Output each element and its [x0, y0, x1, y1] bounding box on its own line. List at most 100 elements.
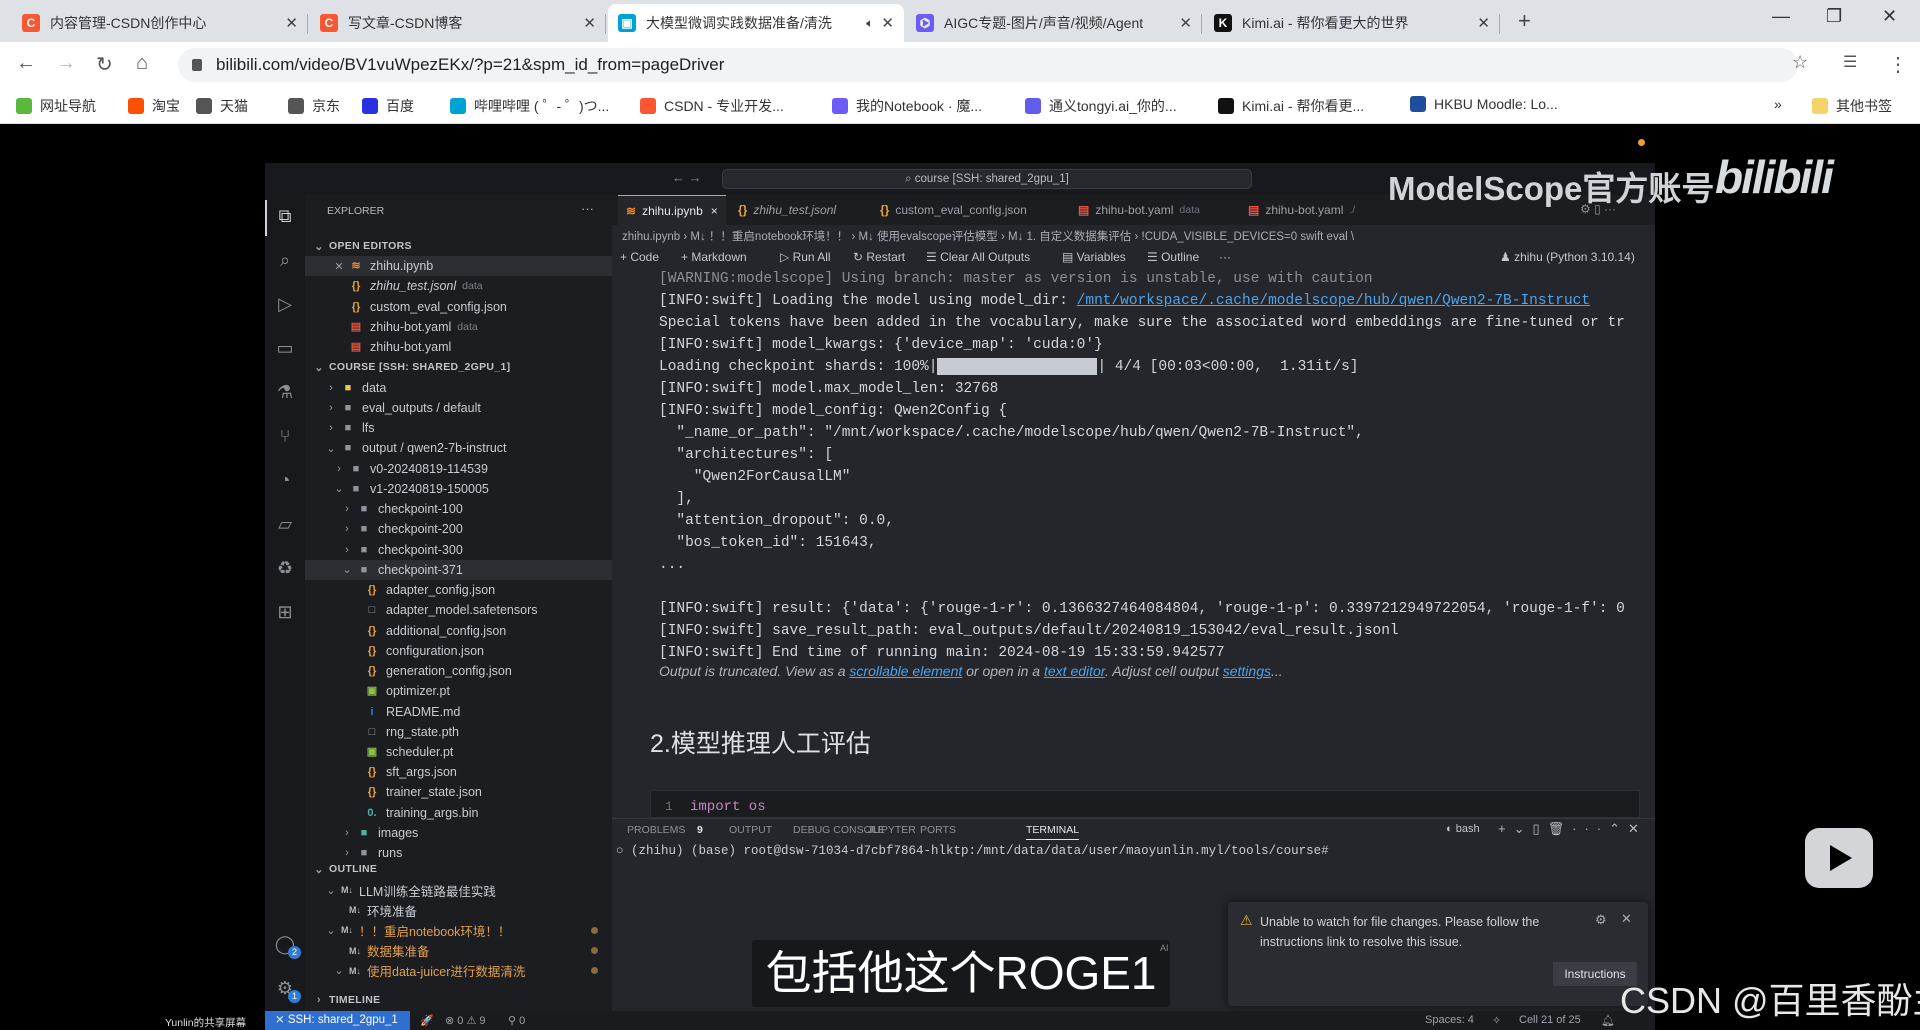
file-item[interactable]: {} additional_config.json — [305, 621, 612, 641]
indentation-status[interactable]: Spaces: 4 — [1425, 1014, 1474, 1026]
settings-link[interactable]: settings — [1223, 663, 1271, 679]
file-item[interactable]: {} custom_eval_config.json — [305, 297, 612, 317]
explorer-more-icon[interactable]: ··· — [581, 201, 594, 216]
new-tab-button[interactable]: + — [1518, 8, 1531, 34]
folder-item[interactable]: › ■ images — [305, 823, 612, 843]
close-window-button[interactable]: ✕ — [1882, 6, 1897, 27]
bookmarks-overflow[interactable]: » — [1774, 96, 1782, 112]
chevron-right-icon[interactable]: › — [325, 422, 337, 434]
bookmark-star-icon[interactable]: ☆ — [1792, 52, 1808, 73]
panel-tab-problems[interactable]: PROBLEMS — [627, 824, 685, 836]
outline-header[interactable]: ⌄ OUTLINE — [305, 859, 612, 879]
bookmark-item[interactable]: CSDN - 专业开发... — [640, 96, 784, 116]
close-tab-icon[interactable]: ✕ — [583, 14, 596, 32]
restore-button[interactable]: ❐ — [1826, 6, 1842, 27]
bookmark-item[interactable]: 哔哩哔哩 ( ゜- ゜)つ... — [450, 96, 609, 116]
search-icon[interactable]: ⌕ — [274, 250, 296, 272]
file-item[interactable]: ✕ ≋ zhihu.ipynb — [305, 256, 612, 277]
file-item[interactable]: ▣ scheduler.pt — [305, 742, 612, 762]
file-item[interactable]: ▤ zhihu-bot.yaml data — [305, 317, 612, 337]
explorer-icon[interactable]: ⧉ — [274, 206, 296, 228]
outline-item[interactable]: M↓ 数据集准备 — [305, 941, 612, 961]
reading-list-icon[interactable]: ☰ — [1843, 52, 1857, 72]
chevron-right-icon[interactable]: › — [333, 463, 345, 475]
folder-item[interactable]: › ■ checkpoint-100 — [305, 499, 612, 519]
forward-icon[interactable]: → — [56, 52, 76, 75]
minimize-button[interactable]: — — [1772, 6, 1790, 27]
source-control-icon[interactable]: ⑂ — [274, 426, 296, 448]
editor-tab[interactable]: {} zhihu_test.jsonl — [730, 195, 844, 225]
bookmark-item[interactable]: 京东 — [288, 96, 340, 116]
folder-item[interactable]: ⌄ ■ output / qwen2-7b-instruct — [305, 438, 612, 458]
chevron-down-icon[interactable]: ⌄ — [325, 924, 337, 937]
close-tab-icon[interactable]: × — [711, 204, 718, 218]
file-item[interactable]: ▣ optimizer.pt — [305, 681, 612, 701]
folder-icon[interactable]: ▱ — [274, 514, 296, 536]
nav-back-forward-icon[interactable]: ← → — [672, 170, 702, 185]
bookmark-item[interactable]: HKBU Moodle: Lo... — [1410, 96, 1558, 112]
add-code-button[interactable]: + Code — [620, 250, 659, 264]
editor-tab[interactable]: {} custom_eval_config.json — [872, 195, 1035, 225]
browser-tab[interactable]: ⌬ AIGC专题-图片/声音/视频/Agent ✕ — [906, 4, 1202, 42]
code-line[interactable]: import os — [690, 799, 766, 815]
chevron-down-icon[interactable]: ⌄ — [333, 482, 345, 495]
editor-tab[interactable]: ▤ zhihu-bot.yaml data — [1070, 195, 1208, 225]
folder-item[interactable]: › ■ checkpoint-200 — [305, 519, 612, 539]
bookmark-item[interactable]: 百度 — [362, 96, 414, 116]
remote-explorer-icon[interactable]: ▭ — [274, 338, 296, 360]
timeline-header[interactable]: › TIMELINE — [305, 990, 612, 1010]
folder-item[interactable]: › ■ lfs — [305, 418, 612, 438]
variables-button[interactable]: ▤ Variables — [1062, 250, 1126, 264]
panel-tab-terminal[interactable]: TERMINAL — [1026, 824, 1080, 840]
restart-button[interactable]: ↻ Restart — [853, 250, 905, 264]
panel-actions[interactable]: +⌄▯🗑···⌃✕ — [1498, 821, 1647, 837]
outline-item[interactable]: ⌄ M↓ ！！重启notebook环境！！ — [305, 920, 612, 940]
file-item[interactable]: {} adapter_config.json — [305, 580, 612, 600]
text-editor-link[interactable]: text editor — [1044, 663, 1105, 679]
model-dir-link[interactable]: /mnt/workspace/.cache/modelscope/hub/qwe… — [1077, 293, 1590, 309]
chevron-right-icon[interactable]: › — [325, 382, 337, 394]
folder-item[interactable]: › ■ eval_outputs / default — [305, 398, 612, 418]
bookmark-item[interactable]: 淘宝 — [128, 96, 180, 116]
notification-settings-icon[interactable]: ⚙ — [1595, 912, 1607, 928]
folder-item[interactable]: › ■ checkpoint-300 — [305, 540, 612, 560]
outline-item[interactable]: ⌄ M↓ 使用data-juicer进行数据清洗 — [305, 961, 612, 981]
timeline-icon[interactable]: ◔ — [274, 470, 296, 492]
toolbar-more-button[interactable]: ··· — [1219, 250, 1231, 264]
editor-tab[interactable]: ≋ zhihu.ipynb × — [618, 195, 726, 225]
extensions-icon[interactable]: ⊞ — [274, 602, 296, 624]
other-bookmarks[interactable]: 其他书签 — [1812, 96, 1892, 116]
close-tab-icon[interactable]: ✕ — [881, 14, 894, 32]
chevron-down-icon[interactable]: ⌄ — [325, 884, 337, 897]
python-icon[interactable]: ♻ — [274, 558, 296, 580]
file-item[interactable]: {} generation_config.json — [305, 661, 612, 681]
bookmark-item[interactable]: 我的Notebook · 魔... — [832, 96, 982, 116]
bilibili-tv-play-icon[interactable] — [1805, 828, 1873, 888]
outline-item[interactable]: M↓ 环境准备 — [305, 900, 612, 920]
close-editor-icon[interactable]: ✕ — [333, 260, 345, 273]
reload-icon[interactable]: ↻ — [96, 52, 113, 77]
url-bar[interactable]: bilibili.com/video/BV1vuWpezEKx/?p=21&sp… — [178, 48, 1798, 82]
browser-tab[interactable]: C 写文章-CSDN博客 ✕ — [310, 4, 606, 42]
kernel-picker[interactable]: ♟ zhihu (Python 3.10.14) — [1500, 250, 1635, 264]
chevron-right-icon[interactable]: › — [341, 827, 353, 839]
file-item[interactable]: i README.md — [305, 702, 612, 722]
chevron-right-icon[interactable]: › — [341, 503, 353, 515]
notification-close-icon[interactable]: ✕ — [1621, 911, 1632, 927]
breadcrumb[interactable]: zhihu.ipynb › M↓ ！！重启notebook环境！！ › M↓ 使… — [622, 228, 1354, 244]
chevron-right-icon[interactable]: › — [341, 523, 353, 535]
folder-item[interactable]: › ■ v0-20240819-114539 — [305, 459, 612, 479]
run-debug-icon[interactable]: ▷ — [274, 294, 296, 316]
command-center[interactable]: ⌕ course [SSH: shared_2gpu_1] — [722, 169, 1252, 189]
file-item[interactable]: {} configuration.json — [305, 641, 612, 661]
close-tab-icon[interactable]: ✕ — [285, 14, 298, 32]
bookmark-item[interactable]: Kimi.ai - 帮你看更... — [1218, 96, 1364, 116]
tree-section-header[interactable]: ⌄ OPEN EDITORS — [305, 236, 612, 256]
copilot-icon[interactable]: ✧ — [1492, 1014, 1501, 1027]
panel-tab-ports[interactable]: PORTS — [920, 824, 956, 836]
remote-indicator[interactable]: ⨯ SSH: shared_2gpu_1 — [265, 1011, 410, 1030]
chevron-down-icon[interactable]: ⌄ — [341, 563, 353, 576]
code-cell[interactable] — [650, 790, 1640, 818]
folder-item[interactable]: ⌄ ■ v1-20240819-150005 — [305, 479, 612, 499]
outline-item[interactable]: ⌄ M↓ LLM训练全链路最佳实践 — [305, 880, 612, 900]
